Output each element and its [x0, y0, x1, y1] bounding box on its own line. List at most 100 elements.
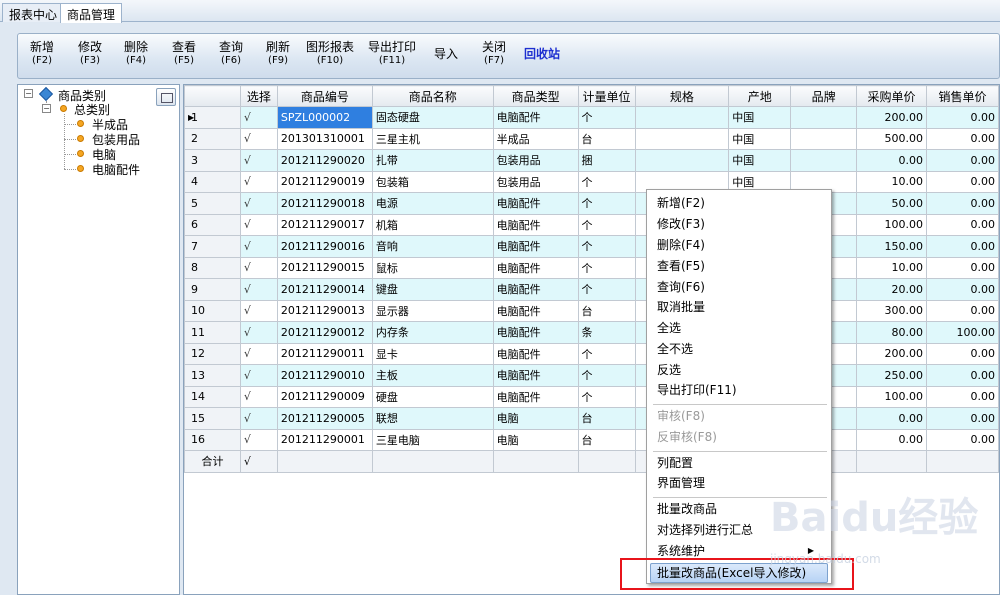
table-cell[interactable]: 捆: [577, 149, 636, 172]
row-number-cell[interactable]: 6: [184, 213, 241, 236]
table-cell[interactable]: 半成品: [492, 127, 579, 150]
table-cell[interactable]: 中国: [728, 106, 792, 129]
table-row[interactable]: 12 √ 201211290011 显卡 电脑配件个 200.00 0.00: [184, 342, 999, 365]
row-number-cell[interactable]: 8: [184, 256, 241, 279]
select-checkbox-cell[interactable]: √: [239, 385, 278, 408]
table-cell[interactable]: 0.00: [925, 407, 999, 430]
table-cell[interactable]: 显卡: [371, 342, 494, 365]
menu-item-export-print[interactable]: 导出打印(F11): [657, 381, 737, 399]
row-number-cell[interactable]: 12: [184, 342, 241, 365]
select-checkbox-cell[interactable]: √: [239, 321, 278, 344]
table-cell[interactable]: 201211290014: [276, 278, 373, 301]
table-cell[interactable]: 条: [577, 321, 636, 344]
table-cell[interactable]: 10.00: [856, 170, 927, 193]
table-row[interactable]: 6 √ 201211290017 机箱 电脑配件个 100.00 0.00: [184, 213, 999, 236]
table-cell[interactable]: 0.00: [925, 278, 999, 301]
table-cell[interactable]: 201211290005: [276, 407, 373, 430]
table-row[interactable]: 13 √ 201211290010 主板 电脑配件个 250.00 0.00: [184, 364, 999, 387]
table-cell[interactable]: 中国: [728, 149, 792, 172]
row-number-cell[interactable]: 7: [184, 235, 241, 258]
table-cell[interactable]: 电脑配件: [492, 106, 579, 129]
menu-item-add[interactable]: 新增(F2): [657, 194, 705, 212]
table-cell[interactable]: 三星主机: [371, 127, 494, 150]
table-cell[interactable]: [790, 127, 858, 150]
import-button[interactable]: 导入: [434, 48, 458, 61]
select-checkbox-cell[interactable]: √: [239, 342, 278, 365]
table-cell[interactable]: 300.00: [856, 299, 927, 322]
table-row[interactable]: 11 √ 201211290012 内存条 电脑配件条 80.00 100.00: [184, 321, 999, 344]
table-cell[interactable]: 电脑配件: [492, 321, 579, 344]
table-cell[interactable]: 50.00: [856, 192, 927, 215]
row-number-cell[interactable]: 2: [184, 127, 241, 150]
table-cell[interactable]: 台: [577, 127, 636, 150]
table-row[interactable]: 2 √ 201301310001 三星主机 半成品台 中国 500.00 0.00: [184, 127, 999, 150]
table-cell[interactable]: 包装箱: [371, 170, 494, 193]
row-number-cell[interactable]: 14: [184, 385, 241, 408]
table-cell[interactable]: 201211290012: [276, 321, 373, 344]
select-checkbox-cell[interactable]: √: [239, 256, 278, 279]
row-number-cell[interactable]: 16: [184, 428, 241, 451]
table-row[interactable]: 14 √ 201211290009 硬盘 电脑配件个 100.00 0.00: [184, 385, 999, 408]
delete-button[interactable]: 删除 (F4): [124, 41, 148, 67]
table-cell[interactable]: 个: [577, 364, 636, 387]
table-cell[interactable]: 201211290017: [276, 213, 373, 236]
row-number-cell[interactable]: 4: [184, 170, 241, 193]
table-cell[interactable]: 机箱: [371, 213, 494, 236]
table-cell[interactable]: 音响: [371, 235, 494, 258]
table-cell[interactable]: 三星电脑: [371, 428, 494, 451]
table-cell[interactable]: 10.00: [856, 256, 927, 279]
table-cell[interactable]: 个: [577, 192, 636, 215]
table-cell[interactable]: 包装用品: [492, 149, 579, 172]
table-cell[interactable]: [790, 106, 858, 129]
table-cell[interactable]: 201211290010: [276, 364, 373, 387]
query-button[interactable]: 查询 (F6): [219, 41, 243, 67]
table-cell[interactable]: 电脑配件: [492, 213, 579, 236]
table-cell[interactable]: 联想: [371, 407, 494, 430]
table-cell[interactable]: 个: [577, 235, 636, 258]
table-row[interactable]: 1 √ SPZL000002 固态硬盘 电脑配件个中国 200.00 0.00: [184, 106, 999, 129]
table-cell[interactable]: SPZL000002: [276, 106, 373, 129]
table-cell[interactable]: 电脑配件: [492, 235, 579, 258]
row-number-cell[interactable]: 10: [184, 299, 241, 322]
table-cell[interactable]: 电脑配件: [492, 385, 579, 408]
column-header[interactable]: 商品名称: [371, 85, 494, 107]
table-cell[interactable]: 台: [577, 428, 636, 451]
table-cell[interactable]: 个: [577, 256, 636, 279]
menu-item-view[interactable]: 查看(F5): [657, 257, 705, 275]
table-cell[interactable]: 个: [577, 213, 636, 236]
table-row[interactable]: 15 √ 201211290005 联想 电脑台 0.00 0.00: [184, 407, 999, 430]
select-checkbox-cell[interactable]: √: [239, 127, 278, 150]
column-header[interactable]: 商品编号: [276, 85, 373, 107]
table-row[interactable]: 8 √ 201211290015 鼠标 电脑配件个 10.00 0.00: [184, 256, 999, 279]
table-cell[interactable]: 个: [577, 278, 636, 301]
table-cell[interactable]: 键盘: [371, 278, 494, 301]
table-cell[interactable]: 100.00: [925, 321, 999, 344]
table-cell[interactable]: 100.00: [856, 213, 927, 236]
table-row[interactable]: 10 √ 201211290013 显示器 电脑配件台 300.00 0.00: [184, 299, 999, 322]
table-cell[interactable]: 0.00: [925, 342, 999, 365]
table-cell[interactable]: 扎带: [371, 149, 494, 172]
table-cell[interactable]: 0.00: [925, 235, 999, 258]
table-cell[interactable]: 201211290015: [276, 256, 373, 279]
table-cell[interactable]: 0.00: [925, 170, 999, 193]
column-header[interactable]: 品牌: [790, 85, 858, 107]
table-cell[interactable]: 硬盘: [371, 385, 494, 408]
table-cell[interactable]: 100.00: [856, 385, 927, 408]
table-cell[interactable]: 个: [577, 342, 636, 365]
row-number-cell[interactable]: 3: [184, 149, 241, 172]
table-cell[interactable]: 200.00: [856, 106, 927, 129]
export-print-button[interactable]: 导出打印 (F11): [368, 41, 416, 67]
table-cell[interactable]: 电脑: [492, 407, 579, 430]
refresh-button[interactable]: 刷新 (F9): [266, 41, 290, 67]
row-number-cell[interactable]: 5: [184, 192, 241, 215]
column-header[interactable]: 采购单价: [856, 85, 927, 107]
menu-item-summarize-columns[interactable]: 对选择列进行汇总: [657, 521, 753, 539]
table-cell[interactable]: 0.00: [925, 299, 999, 322]
tab-product-management[interactable]: 商品管理: [60, 3, 123, 23]
close-button[interactable]: 关闭 (F7): [482, 41, 506, 67]
select-checkbox-cell[interactable]: √: [239, 149, 278, 172]
table-cell[interactable]: 个: [577, 170, 636, 193]
view-button[interactable]: 查看 (F5): [172, 41, 196, 67]
table-cell[interactable]: 鼠标: [371, 256, 494, 279]
table-cell[interactable]: 电脑配件: [492, 364, 579, 387]
